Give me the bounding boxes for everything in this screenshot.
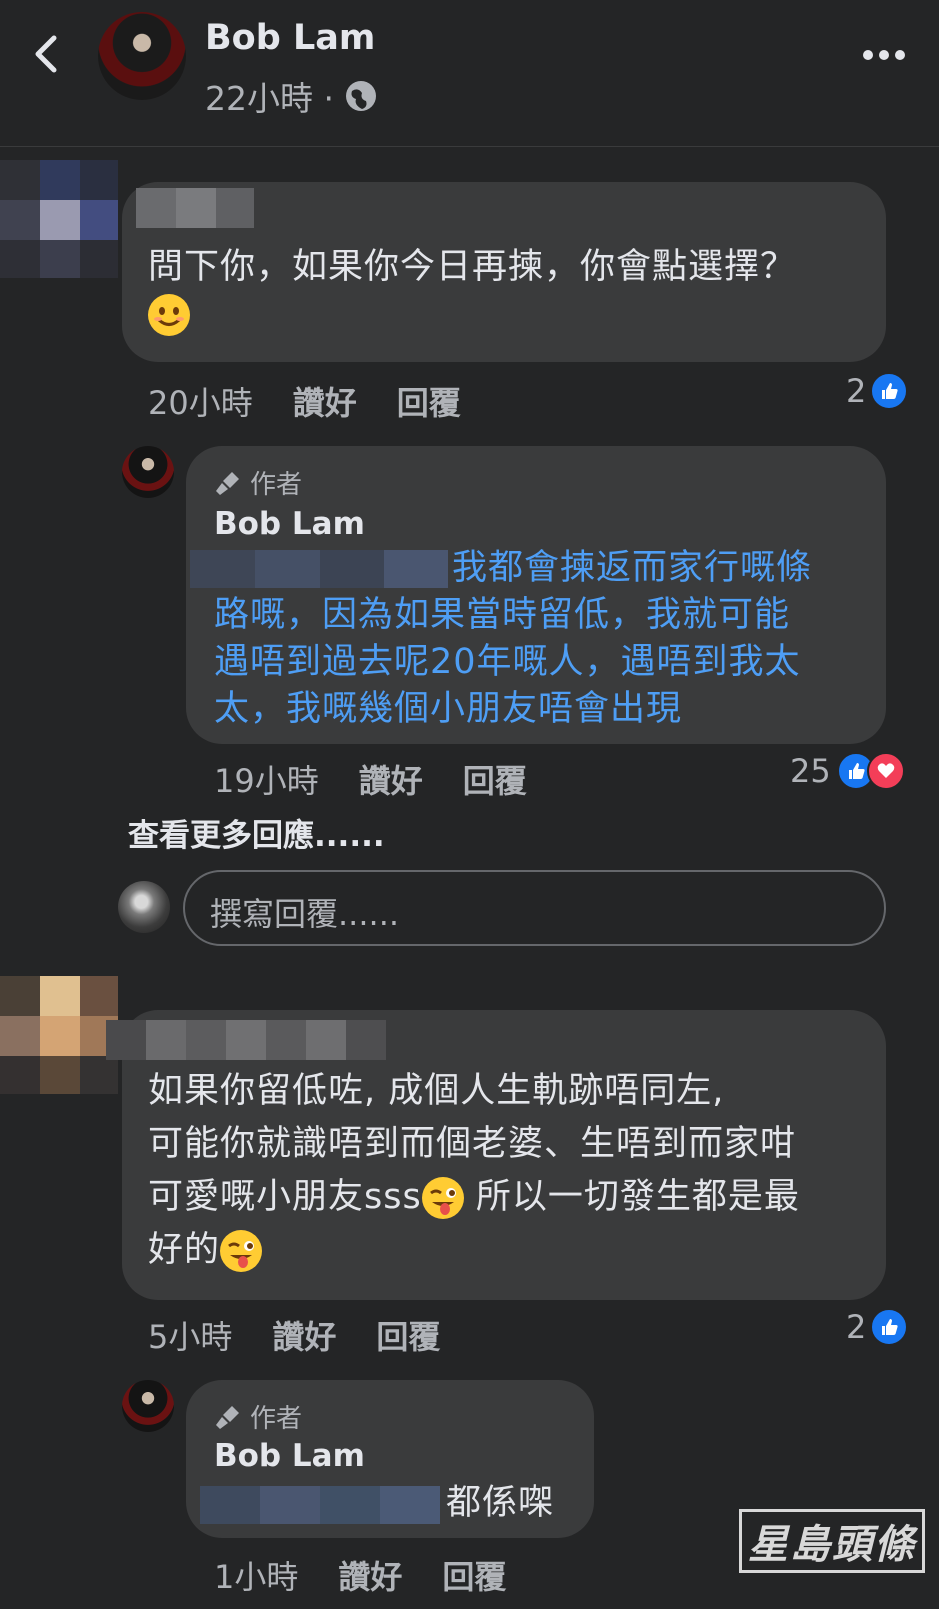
commenter-name-blurred[interactable] [106, 1020, 386, 1060]
like-reaction-icon [870, 372, 909, 410]
microphone-icon [216, 471, 239, 495]
view-more-replies-link[interactable]: 查看更多回應...... [128, 810, 385, 855]
reply-button[interactable]: 回覆 [376, 1312, 440, 1358]
reply-button[interactable]: 回覆 [463, 756, 527, 802]
smiling-face-emoji-icon [148, 294, 190, 336]
reaction-count[interactable]: 2 [846, 372, 909, 410]
comment-meta: 20小時 讚好 回覆 [148, 378, 461, 424]
reply-meta: 1小時 讚好 回覆 [214, 1552, 506, 1598]
reply-time: 19小時 [214, 762, 319, 800]
reply-text-line-4: 太，我嘅幾個小朋友唔會出現 [214, 689, 683, 729]
globe-icon [345, 81, 376, 111]
more-options-icon[interactable] [862, 48, 906, 62]
author-avatar[interactable] [98, 12, 186, 100]
winking-tongue-emoji-icon [421, 1177, 464, 1219]
reaction-count[interactable]: 25 [790, 752, 905, 790]
like-button[interactable]: 讚好 [359, 756, 423, 802]
reply-author-name[interactable]: Bob Lam [214, 1438, 365, 1474]
comment-text-line-4: 好的 [148, 1227, 263, 1274]
reply-text-line-1: 我都會揀返而家行嘅條 [452, 548, 813, 588]
commenter-name-blurred[interactable] [136, 188, 254, 228]
reply-input-placeholder: 撰寫回覆...... [210, 895, 400, 933]
comment-text-segment: 所以一切發生都是最 [463, 1177, 800, 1217]
reply-text-line-3: 遇唔到過去呢20年嘅人，遇唔到我太 [214, 642, 801, 682]
author-name[interactable]: Bob Lam [205, 18, 375, 58]
post-header: Bob Lam 22小時 · [0, 0, 939, 147]
comment-meta: 5小時 讚好 回覆 [148, 1312, 440, 1358]
watermark-logo: 星島頭條 [739, 1509, 925, 1573]
reply-button[interactable]: 回覆 [442, 1552, 506, 1598]
reply-button[interactable]: 回覆 [397, 378, 461, 424]
reply-text: 都係㗎 [446, 1483, 555, 1523]
author-badge-label: 作者 [250, 1404, 303, 1434]
author-badge: 作者 [214, 1398, 302, 1435]
microphone-icon [216, 1405, 239, 1429]
like-button[interactable]: 讚好 [272, 1312, 336, 1358]
comment-text-segment: 好的 [148, 1230, 221, 1270]
reaction-number: 25 [790, 752, 831, 790]
comment-text-line-1: 如果你留低咗, 成個人生軌跡唔同左, [148, 1071, 725, 1111]
like-button[interactable]: 讚好 [338, 1552, 402, 1598]
current-user-avatar [118, 881, 170, 933]
reply-meta: 19小時 讚好 回覆 [214, 756, 527, 802]
reply-text-line-2: 路嘅，因為如果當時留低，我就可能 [214, 595, 791, 635]
author-badge: 作者 [214, 464, 302, 501]
comment-body: 問下你，如果你今日再揀，你會點選擇？ [148, 247, 797, 287]
reply-author-name[interactable]: Bob Lam [214, 506, 365, 542]
author-reply-avatar[interactable] [122, 1380, 174, 1432]
reaction-number: 2 [846, 1308, 867, 1346]
comment-time: 5小時 [148, 1318, 233, 1356]
like-button[interactable]: 讚好 [293, 378, 357, 424]
reply-time: 1小時 [214, 1558, 299, 1596]
mentioned-name-blurred[interactable] [200, 1486, 440, 1524]
winking-tongue-emoji-icon [220, 1230, 263, 1272]
like-reaction-icon [870, 1308, 909, 1346]
back-arrow-icon[interactable] [28, 32, 64, 76]
post-timestamp: 22小時 · [205, 72, 378, 120]
post-time-text: 22小時 · [205, 79, 334, 118]
author-badge-label: 作者 [250, 470, 303, 500]
comment-text-line-2: 可能你就識唔到而個老婆、生唔到而家咁 [148, 1124, 797, 1164]
author-reply-avatar[interactable] [122, 446, 174, 498]
comment-text: 問下你，如果你今日再揀，你會點選擇？ [148, 244, 878, 338]
comment-time: 20小時 [148, 384, 253, 422]
commenter-avatar-blurred[interactable] [0, 160, 118, 278]
commenter-avatar-blurred[interactable] [0, 976, 118, 1094]
mentioned-name-blurred[interactable] [190, 550, 448, 588]
comment-text-segment: 可愛嘅小朋友sss [148, 1177, 422, 1217]
comment-text-line-3: 可愛嘅小朋友sss 所以一切發生都是最 [148, 1174, 800, 1221]
reaction-count[interactable]: 2 [846, 1308, 909, 1346]
love-reaction-icon [866, 752, 905, 790]
reaction-number: 2 [846, 372, 867, 410]
